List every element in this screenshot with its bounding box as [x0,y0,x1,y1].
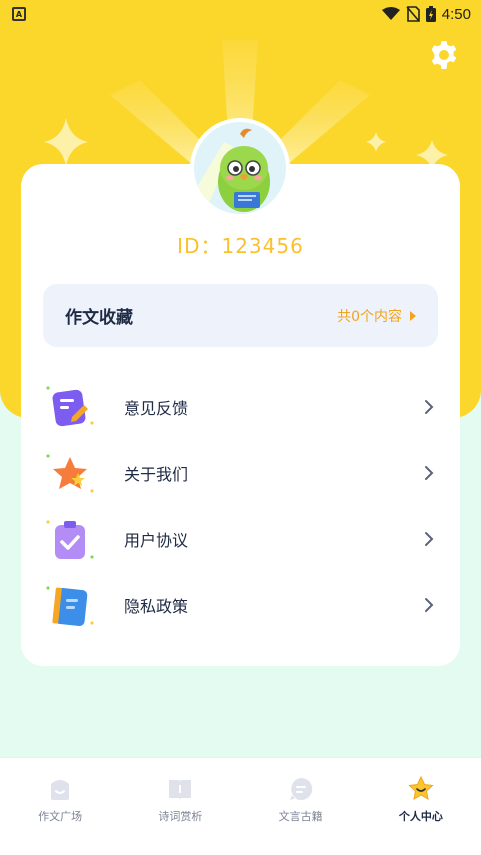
tab-poetry[interactable]: 诗词赏析 [120,758,240,855]
favorites-count: 共0个内容 [337,306,416,326]
bottom-navigation: 作文广场 诗词赏析 文言古籍 个人中心 [0,757,481,855]
avatar[interactable] [190,118,290,218]
tab-label: 个人中心 [398,810,443,823]
settings-button[interactable] [426,37,462,73]
tab-essay-square[interactable]: 作文广场 [0,758,120,855]
menu-label-privacy-policy: 隐私政策 [124,597,189,616]
tab-classics[interactable]: 文言古籍 [241,758,361,855]
chat-bubble-icon [289,777,312,800]
tab-label: 文言古籍 [278,810,323,823]
notification-a-icon: A [12,7,26,21]
essay-square-icon [51,780,70,800]
menu-item-feedback[interactable]: 意见反馈 [40,379,440,435]
status-time: 4:50 [441,5,471,23]
menu-label-about-us: 关于我们 [124,465,189,484]
star-icon [40,449,98,497]
wifi-icon [381,7,400,20]
chevron-right-icon [425,466,434,480]
parrot-avatar-icon [194,128,270,214]
profile-star-icon [408,776,434,800]
menu-label-feedback: 意见反馈 [124,399,189,418]
gear-icon [431,41,457,69]
tab-personal-center[interactable]: 个人中心 [361,758,481,855]
menu-item-privacy-policy[interactable]: 隐私政策 [40,577,440,633]
clipboard-check-icon [40,515,98,563]
status-bar: A 4:50 [0,0,481,28]
menu-label-user-agreement: 用户协议 [124,531,189,550]
user-id: ID：123456 [177,234,304,258]
chevron-right-icon [425,400,434,414]
feedback-icon [40,383,98,431]
menu-item-about-us[interactable]: 关于我们 [40,445,440,501]
battery-icon [425,6,436,22]
chevron-right-icon [425,598,434,612]
essay-favorites-row[interactable]: 作文收藏 共0个内容 [43,284,438,347]
menu-item-user-agreement[interactable]: 用户协议 [40,511,440,567]
no-sim-icon [406,6,420,22]
book-icon [169,780,192,800]
chevron-right-icon [425,532,434,546]
tab-label: 作文广场 [38,810,83,823]
favorites-title: 作文收藏 [65,308,133,328]
triangle-right-icon [410,310,416,321]
tab-label: 诗词赏析 [158,810,203,823]
favorites-count-label: 共0个内容 [337,308,402,325]
notebook-icon [40,581,98,629]
